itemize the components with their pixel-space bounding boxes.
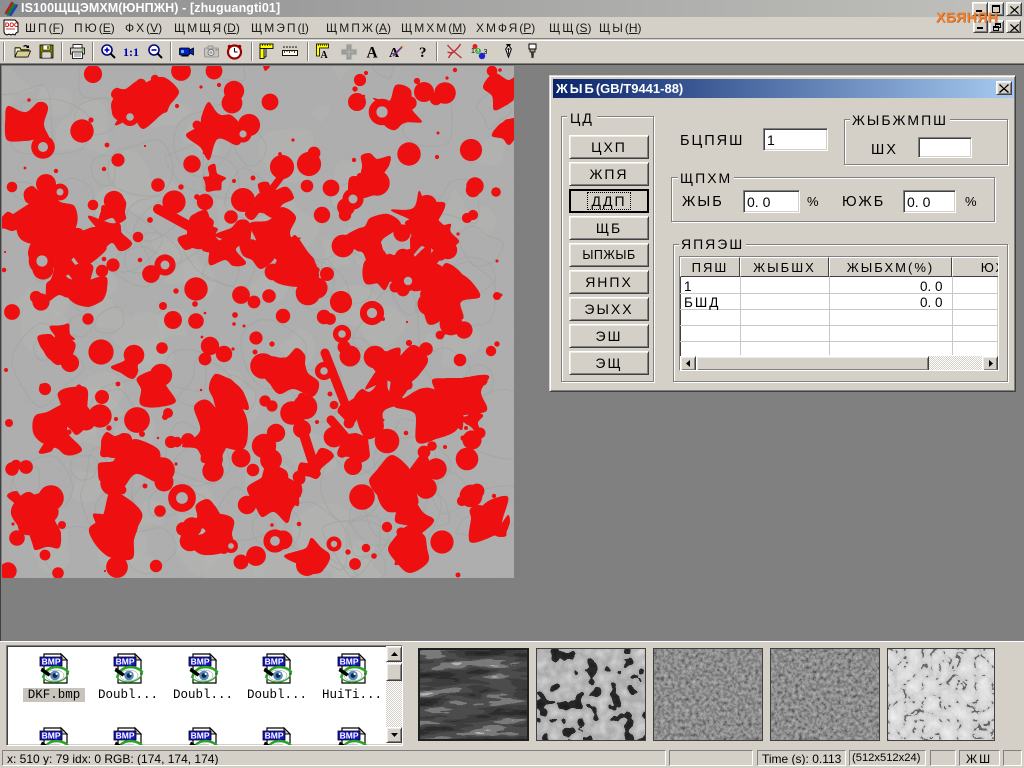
svg-text:BMP: BMP (42, 731, 61, 741)
svg-text:1:1: 1:1 (123, 45, 139, 59)
svg-text:BMP: BMP (116, 731, 135, 741)
svg-text:BMP: BMP (265, 731, 284, 741)
svg-text:A: A (321, 50, 329, 60)
svg-text:BMP: BMP (42, 657, 61, 667)
svg-text:BMP: BMP (340, 731, 359, 741)
svg-text:BMP: BMP (340, 657, 359, 667)
svg-text:1: 1 (471, 48, 475, 55)
svg-text:?: ? (419, 45, 427, 60)
svg-text:DOC: DOC (5, 23, 19, 29)
svg-text:BMP: BMP (265, 657, 284, 667)
svg-text:3: 3 (484, 49, 488, 56)
svg-text:BMP: BMP (191, 731, 210, 741)
svg-text:BMP: BMP (116, 657, 135, 667)
svg-text:A: A (389, 46, 400, 60)
svg-text:A: A (367, 45, 379, 61)
svg-text:BMP: BMP (191, 657, 210, 667)
